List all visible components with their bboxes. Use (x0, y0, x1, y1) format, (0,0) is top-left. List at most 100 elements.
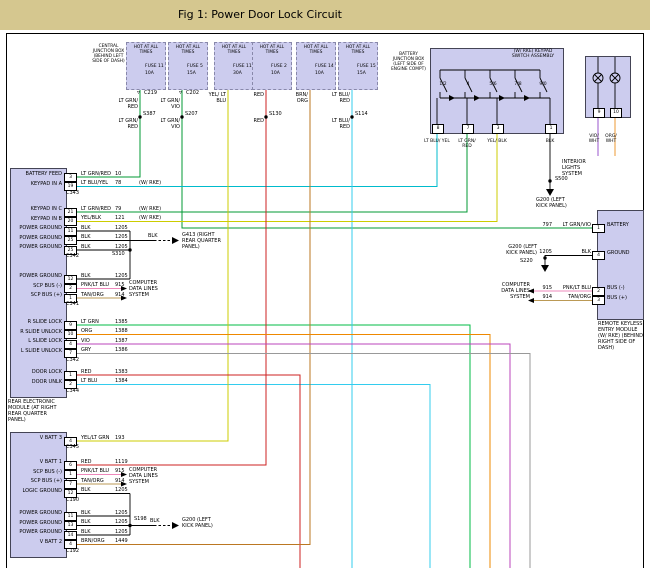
circuit-number-label: 1386 (115, 347, 128, 353)
diode-icon (499, 95, 505, 101)
circuit-number-label: 121 (115, 215, 125, 221)
pin-row: POWER GROUND11BLK1205 (12, 224, 242, 234)
pin-function-label: BATTERY (607, 222, 629, 228)
circuit-number-label: 1205 (115, 487, 128, 493)
pin-row: L SLIDE LOCK4VIO1387 (12, 337, 242, 347)
wire-color-label: LT GRN/ RED (116, 99, 138, 111)
diode-icon (524, 95, 530, 101)
circuit-number-label: 1205 (115, 519, 128, 525)
wire-color-label: BRN/ ORG (286, 93, 308, 105)
diode-icon (449, 95, 455, 101)
pin-function-label: V BATT 2 (12, 539, 62, 545)
wire-color-label: LT BLU/ RED (328, 93, 350, 105)
pin-function-label: KEYPAD IN C (12, 206, 62, 212)
circuit-number-label: 1205 (115, 225, 128, 231)
circuit-number-label: 915 (530, 285, 552, 291)
pin-function-label: POWER GROUND (12, 244, 62, 250)
hot-at-all-times-label: HOT AT ALL TIMES (339, 45, 377, 54)
circuit-number-label: 1205 (115, 234, 128, 240)
keypad-switch-label: 7/8 (511, 82, 525, 87)
wire-color-label: LT GRN/VIO (555, 222, 591, 228)
wire-color-label: LT GRN/ VIO (158, 119, 180, 131)
wire-color-label: YEL/ BLK (484, 139, 510, 144)
pin-row: POWER GROUND11BLK1205 (12, 509, 242, 519)
pin-function-label: V BATT 1 (12, 459, 62, 465)
pin-row: V BATT 16RED1119 (12, 458, 242, 468)
pin-row: 1205BLK4GROUND (478, 249, 648, 259)
pin-function-label: POWER GROUND (12, 520, 62, 526)
pin-row: POWER GROUND25BLK1205 (12, 234, 242, 244)
wire-color-label: LT GRN (81, 319, 99, 325)
pin-function-label: DOOR LOCK (12, 369, 62, 375)
splice-icon (548, 179, 551, 182)
pin-row: DOOR LOCK1RED1383 (12, 368, 242, 378)
wire-color-label: PNK/LT BLU (81, 282, 109, 288)
pin-function-label: R SLIDE LOCK (12, 319, 62, 325)
pin-row: V BATT 24BRN/ORG1449 (12, 538, 242, 548)
pin-function-label: POWER GROUND (12, 225, 62, 231)
fuse-rating: 15A (187, 71, 196, 76)
pin-function-label: SCP BUS (-) (12, 469, 62, 475)
connector-icon: ▿ (179, 90, 182, 96)
wire-color-label: BLK (81, 225, 91, 231)
connector-label: C342 (66, 357, 79, 363)
fuse-rating: 10A (145, 71, 154, 76)
fuse-box: HOT AT ALL TIMESFUSE 11330A (214, 42, 254, 90)
circuit-number-label: 1449 (115, 538, 128, 544)
pin-row: POWER GROUND12BLK1205 (12, 272, 242, 282)
wire-note-label: (W/ RKE) (139, 180, 161, 186)
connector-label: C192 (66, 548, 79, 554)
battery-junction-box-label: BATTERY JUNCTION BOX (LEFT SIDE OF ENGIN… (391, 52, 426, 72)
pin-row: KEYPAD IN C21LT GRN/RED79(W/ RKE) (12, 205, 242, 215)
wire-color-label: BLK (81, 510, 91, 516)
fuse-box: HOT AT ALL TIMESFUSE 515A (168, 42, 208, 90)
wire-color-label: BLK (81, 234, 91, 240)
keypad-switch-label: 4 (461, 82, 475, 87)
fuse-box: HOT AT ALL TIMESFUSE 1410A (296, 42, 336, 90)
splice-label: S114 (355, 112, 368, 118)
ground-icon (546, 189, 554, 196)
wire-color-label: TAN/ORG (555, 294, 591, 300)
wire-color-label: LT GRN/RED (81, 171, 111, 177)
keypad-switch-label: 5/6 (486, 82, 500, 87)
ground-label: G200 (LEFT KICK PANEL) (536, 198, 572, 210)
hot-at-all-times-label: HOT AT ALL TIMES (253, 45, 291, 54)
splice-label: S387 (143, 112, 156, 118)
circuit-number-label: 1119 (115, 459, 128, 465)
circuit-number-label: 193 (115, 435, 125, 441)
connector-label: C202 (186, 91, 199, 97)
pin-row: 914TAN/ORG3BUS (+) (478, 294, 648, 304)
splice-label: S500 (555, 177, 568, 183)
pin-row: 915PNK/LT BLU2BUS (-) (478, 284, 648, 294)
wire-color-label: BLK (81, 273, 91, 279)
fuse-rating: 15A (357, 71, 366, 76)
pin-function-label: BUS (-) (607, 285, 625, 291)
circuit-number-label: 1388 (115, 328, 128, 334)
circuit-number-label: 1387 (115, 338, 128, 344)
splice-icon (350, 115, 353, 118)
pin-number: 3 (592, 296, 605, 305)
pin-row: LOGIC GROUND12BLK1205 (12, 487, 242, 497)
wire-color-label: RED (81, 459, 91, 465)
pin-row: SCP BUS (+)7TAN/ORG914 (12, 477, 242, 487)
wire-color-label: RED (242, 93, 264, 99)
splice-icon (180, 115, 183, 118)
circuit-number-label: 1385 (115, 319, 128, 325)
circuit-number-label: 79 (115, 206, 121, 212)
diode-icon (474, 95, 480, 101)
pin-function-label: R SLIDE UNLOCK (12, 329, 62, 335)
wire-color-label: BRN/ORG (81, 538, 105, 544)
pin-function-label: SCP BUS (+) (12, 292, 62, 298)
figure-title-bar: Fig 1: Power Door Lock Circuit (0, 0, 650, 30)
connector-label: C343 (66, 190, 79, 196)
hot-at-all-times-label: HOT AT ALL TIMES (127, 45, 165, 54)
fuse-rating: 10A (315, 71, 324, 76)
fuse-name: FUSE 2 (271, 64, 287, 69)
pin-number: 9 (593, 108, 605, 118)
circuit-number-label: 797 (530, 222, 552, 228)
pin-row: POWER GROUND13BLK1205 (12, 519, 242, 529)
connector-label: C342 (66, 253, 79, 259)
wire-color-label: RED (81, 369, 91, 375)
wire-note-label: (W/ RKE) (139, 215, 161, 221)
pin-function-label: V BATT 3 (12, 435, 62, 441)
